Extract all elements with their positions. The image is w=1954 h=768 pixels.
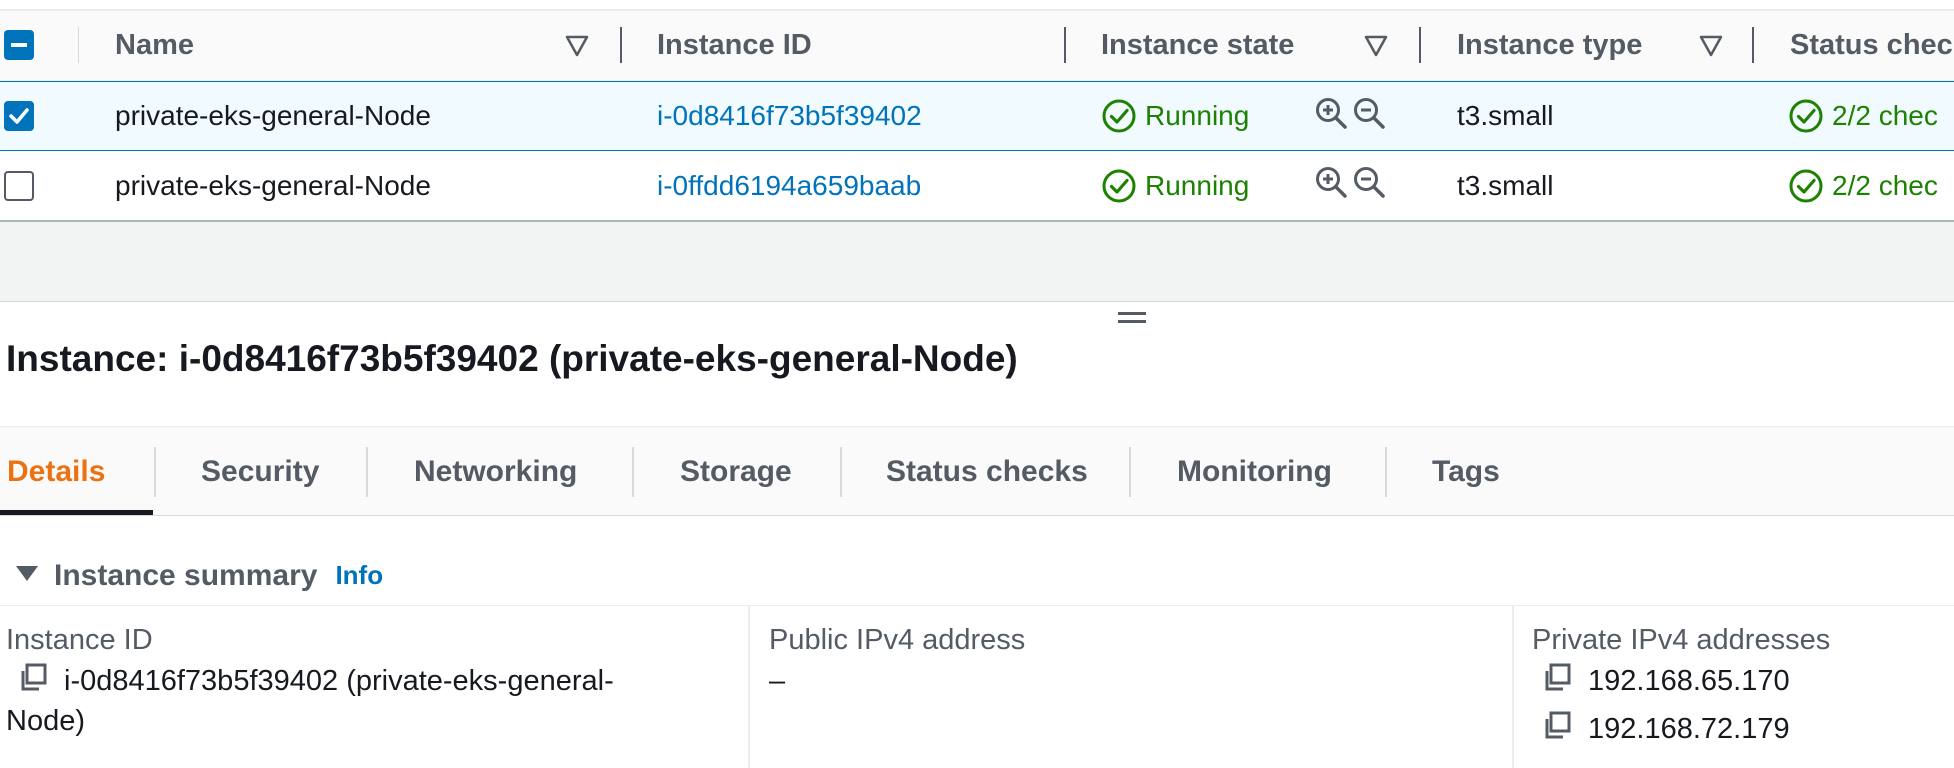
column-separator (78, 27, 79, 63)
zoom-out-icon[interactable] (1352, 165, 1386, 206)
detail-tabs: Details Security Networking Storage Stat… (0, 426, 1954, 516)
tab-security[interactable]: Security (201, 427, 319, 517)
drag-handle-icon[interactable] (1118, 312, 1146, 328)
column-divider (1512, 606, 1514, 768)
column-header-instance-type[interactable]: Instance type (1457, 11, 1642, 80)
row-checkbox[interactable] (4, 101, 34, 131)
copy-icon[interactable] (1542, 710, 1588, 748)
tab-monitoring[interactable]: Monitoring (1177, 427, 1332, 517)
column-resizer[interactable] (1419, 27, 1421, 63)
info-link[interactable]: Info (335, 560, 383, 591)
tab-tags[interactable]: Tags (1432, 427, 1500, 517)
column-resizer[interactable] (1064, 27, 1066, 63)
instance-type: t3.small (1457, 169, 1554, 201)
private-ip-value: 192.168.72.179 (1588, 712, 1790, 745)
tab-networking[interactable]: Networking (414, 427, 577, 517)
column-header-status-check[interactable]: Status chec (1790, 11, 1953, 80)
summary-col-private-ip: Private IPv4 addresses 192.168.65.170 19… (1532, 606, 1952, 768)
row-checkbox[interactable] (4, 171, 34, 201)
tab-status-checks[interactable]: Status checks (886, 427, 1088, 517)
detail-title: Instance: i-0d8416f73b5f39402 (private-e… (6, 338, 1018, 379)
instance-id-value-line2: Node) (6, 705, 85, 737)
instance-id-link[interactable]: i-0d8416f73b5f39402 (657, 82, 922, 150)
instance-id-value: i-0d8416f73b5f39402 (private-eks-general… (18, 657, 746, 705)
status-check: 2/2 chec (1788, 151, 1938, 220)
tab-separator (1129, 447, 1131, 497)
status-check-label: 2/2 chec (1832, 100, 1938, 131)
column-resizer[interactable] (1752, 27, 1754, 63)
instance-id-link[interactable]: i-0ffdd6194a659baab (657, 151, 921, 220)
select-all-checkbox[interactable] (4, 30, 34, 60)
check-circle-icon (1789, 169, 1823, 202)
tab-separator (366, 447, 368, 497)
tab-storage[interactable]: Storage (680, 427, 792, 517)
check-circle-icon (1789, 99, 1823, 133)
state-zoom-controls (1314, 151, 1386, 220)
filter-icon[interactable] (1364, 11, 1388, 80)
tab-separator (632, 447, 634, 497)
private-ip-key: Private IPv4 addresses (1532, 624, 1831, 656)
check-circle-icon (1102, 99, 1136, 133)
instance-summary-label: Instance summary (54, 558, 318, 592)
tab-separator (840, 447, 842, 497)
column-resizer[interactable] (620, 27, 622, 63)
status-check: 2/2 chec (1788, 82, 1938, 150)
instance-state-label: Running (1145, 169, 1250, 201)
column-header-name[interactable]: Name (115, 11, 194, 80)
instance-state: Running (1101, 82, 1249, 150)
row-name: private-eks-general-Node (115, 169, 431, 201)
summary-col-instance-id: Instance ID i-0d8416f73b5f39402 (private… (6, 606, 746, 768)
instance-id-key: Instance ID (6, 624, 153, 656)
copy-icon[interactable] (1542, 662, 1588, 700)
zoom-out-icon[interactable] (1352, 96, 1386, 137)
row-name: private-eks-general-Node (115, 100, 431, 131)
instance-id-value-line1: i-0d8416f73b5f39402 (private-eks-general… (64, 664, 614, 697)
column-header-instance-id[interactable]: Instance ID (657, 11, 812, 80)
zoom-in-icon[interactable] (1314, 165, 1348, 206)
instance-type: t3.small (1457, 100, 1554, 131)
check-circle-icon (1102, 169, 1136, 202)
private-ip-value: 192.168.65.170 (1588, 664, 1790, 697)
active-tab-indicator (0, 510, 153, 515)
private-ip-item: 192.168.65.170 (1542, 657, 1952, 705)
public-ip-key: Public IPv4 address (769, 624, 1026, 656)
tab-separator (1385, 447, 1387, 497)
copy-icon[interactable] (18, 662, 64, 700)
instance-state-label: Running (1145, 100, 1250, 131)
checkmark-icon (9, 108, 29, 124)
table-row[interactable]: private-eks-general-Node i-0ffdd6194a659… (0, 151, 1954, 222)
column-header-instance-state[interactable]: Instance state (1101, 11, 1294, 80)
table-row[interactable]: private-eks-general-Node i-0d8416f73b5f3… (0, 81, 1954, 151)
zoom-in-icon[interactable] (1314, 96, 1348, 137)
summary-col-public-ip: Public IPv4 address – (769, 606, 1509, 768)
caret-down-icon[interactable] (14, 563, 40, 588)
indeterminate-icon (11, 43, 27, 47)
instance-summary-header[interactable]: Instance summary Info (0, 546, 1954, 606)
public-ip-value: – (769, 664, 786, 697)
filter-icon[interactable] (1699, 11, 1723, 80)
instance-state: Running (1101, 151, 1249, 220)
tab-separator (154, 447, 156, 497)
tab-details[interactable]: Details (7, 427, 105, 517)
table-header-row: Name Instance ID Instance state Instance… (0, 11, 1954, 81)
table-footer-space (0, 222, 1954, 302)
status-check-label: 2/2 chec (1832, 169, 1938, 201)
private-ip-item: 192.168.72.179 (1542, 705, 1952, 753)
state-zoom-controls (1314, 82, 1386, 150)
filter-icon[interactable] (565, 11, 589, 80)
column-divider (748, 606, 750, 768)
